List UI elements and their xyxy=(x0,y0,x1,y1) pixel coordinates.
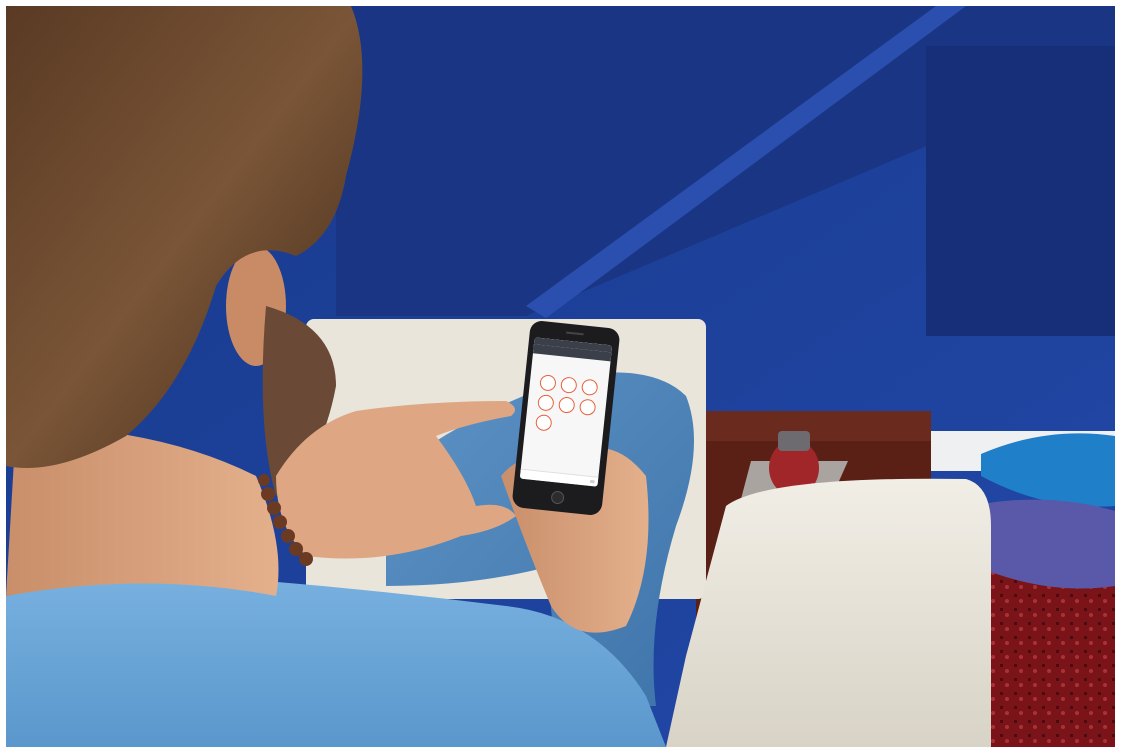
circle-button[interactable] xyxy=(580,378,599,397)
circle-button[interactable] xyxy=(557,396,576,414)
circle-button[interactable] xyxy=(560,376,578,394)
circle-button[interactable] xyxy=(539,374,557,392)
photo-scene xyxy=(6,6,1115,747)
screen-heading xyxy=(532,359,610,373)
footer-toggle[interactable] xyxy=(589,479,596,484)
circle-button[interactable] xyxy=(537,394,555,412)
wall-recess xyxy=(926,46,1115,336)
circle-button[interactable] xyxy=(578,398,597,417)
side-table-top xyxy=(696,411,931,441)
circle-grid xyxy=(525,373,608,437)
circle-button[interactable] xyxy=(534,413,553,432)
lantern-top xyxy=(778,431,810,451)
phone-screen xyxy=(519,337,613,487)
